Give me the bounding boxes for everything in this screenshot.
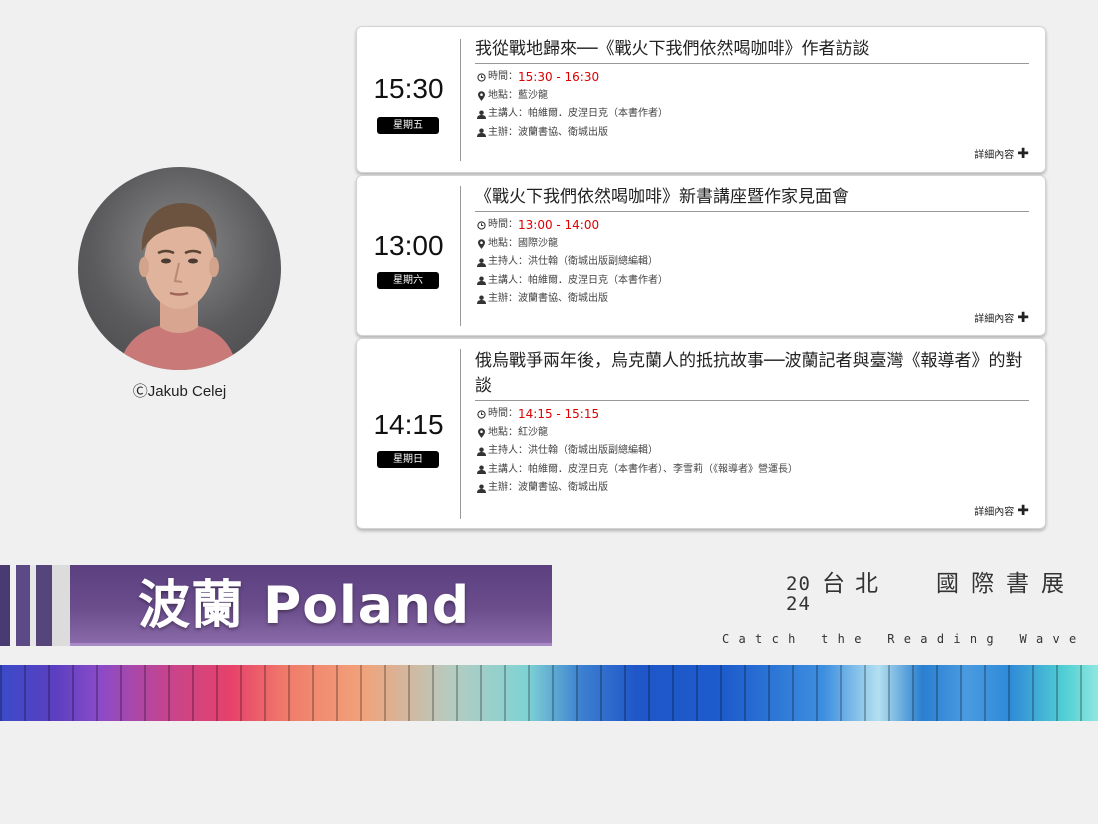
- event-host-row: 主持人：洪仕翰（衛城出版副總編輯）: [475, 442, 1029, 461]
- event-info: 時間： 15:30 - 16:30 地點：藍沙龍 主講人：帕維爾．皮涅日克（本書…: [475, 68, 1029, 142]
- location-text: 地點：紅沙龍: [488, 426, 548, 438]
- time-label: 時間：: [488, 71, 518, 82]
- event-time-column: 14:15 星期日: [357, 339, 460, 528]
- divider: [460, 349, 461, 519]
- event-info: 時間： 13:00 - 14:00 地點：國際沙龍 主持人：洪仕翰（衛城出版副總…: [475, 216, 1029, 309]
- event-card-2: 13:00 星期六 《戰火下我們依然喝咖啡》新書講座暨作家見面會 時間： 13:…: [356, 175, 1046, 336]
- event-day-badge: 星期六: [377, 272, 439, 289]
- strip-bars: [0, 665, 1098, 721]
- event-speaker-row: 主講人：帕維爾．皮涅日克（本書作者）: [475, 105, 1029, 124]
- details-label: 詳細內容: [974, 314, 1015, 325]
- details-link[interactable]: 詳細內容 ✚: [974, 309, 1029, 326]
- clock-icon: [475, 410, 487, 419]
- event-organizer-row: 主辦：波蘭書協、衛城出版: [475, 479, 1029, 498]
- user-icon: [475, 128, 487, 138]
- event-day-badge: 星期日: [377, 451, 439, 468]
- banner-stripes: [0, 565, 70, 646]
- user-icon: [475, 465, 487, 475]
- event-card-1: 15:30 星期五 我從戰地歸來──《戰火下我們依然喝咖啡》作者訪談 時間： 1…: [356, 26, 1046, 173]
- organizer-text: 主辦：波蘭書協、衛城出版: [488, 482, 608, 493]
- portrait-illustration: [118, 203, 238, 370]
- organizer-text: 主辦：波蘭書協、衛城出版: [488, 293, 608, 304]
- details-label: 詳細內容: [974, 507, 1015, 518]
- country-title: 波蘭 Poland: [138, 576, 471, 636]
- location-text: 地點：藍沙龍: [488, 89, 548, 101]
- event-time-column: 15:30 星期五: [357, 27, 460, 172]
- photo-credit: ⒸJakub Celej: [132, 383, 227, 400]
- event-organizer-row: 主辦：波蘭書協、衛城出版: [475, 124, 1029, 143]
- time-label: 時間：: [488, 219, 518, 230]
- event-location-row: 地點：國際沙龍: [475, 235, 1029, 254]
- logo-city: 台北: [822, 571, 888, 597]
- book-exhibition-logo: 20 24 台北 國際書展 Catch the Reading Wave: [722, 571, 1076, 654]
- event-host-row: 主持人：洪仕翰（衛城出版副總編輯）: [475, 253, 1029, 272]
- event-speaker-row: 主講人：帕維爾．皮涅日克（本書作者）: [475, 272, 1029, 291]
- event-title[interactable]: 《戰火下我們依然喝咖啡》新書講座暨作家見面會: [475, 185, 1029, 212]
- plus-icon: ✚: [1017, 145, 1029, 162]
- plus-icon: ✚: [1017, 309, 1029, 326]
- event-clock: 15:30: [373, 73, 444, 104]
- map-pin-icon: [475, 238, 487, 249]
- time-value: 15:30 - 16:30: [518, 70, 600, 84]
- organizer-text: 主辦：波蘭書協、衛城出版: [488, 126, 608, 138]
- location-text: 地點：國際沙龍: [488, 237, 558, 249]
- logo-tagline: Catch the Reading Wave: [722, 632, 1086, 646]
- user-icon: [475, 484, 487, 493]
- event-day-badge: 星期五: [377, 117, 439, 134]
- details-link[interactable]: 詳細內容 ✚: [974, 145, 1029, 162]
- event-speaker-row: 主講人：帕維爾．皮涅日克（本書作者）、李雪莉（《報導者》營運長）: [475, 461, 1029, 480]
- event-organizer-row: 主辦：波蘭書協、衛城出版: [475, 290, 1029, 309]
- user-icon: [475, 110, 487, 119]
- speaker-text: 主講人：帕維爾．皮涅日克（本書作者）、李雪莉（《報導者》營運長）: [488, 463, 798, 475]
- time-label: 時間：: [488, 408, 518, 419]
- event-time-row: 時間： 14:15 - 15:15: [475, 405, 1029, 424]
- event-time-row: 時間： 15:30 - 16:30: [475, 68, 1029, 87]
- event-info: 時間： 14:15 - 15:15 地點：紅沙龍 主持人：洪仕翰（衛城出版副總編…: [475, 405, 1029, 498]
- clock-icon: [475, 73, 487, 82]
- event-time-column: 13:00 星期六: [357, 176, 460, 335]
- logo-name: 國際書展: [936, 571, 1076, 597]
- time-value: 13:00 - 14:00: [518, 218, 600, 232]
- speaker-text: 主講人：帕維爾．皮涅日克（本書作者）: [488, 274, 668, 286]
- event-clock: 14:15: [373, 409, 444, 440]
- event-location-row: 地點：紅沙龍: [475, 424, 1029, 443]
- user-icon: [475, 258, 487, 267]
- event-body: 俄烏戰爭兩年後，烏克蘭人的抵抗故事──波蘭記者與臺灣《報導者》的對談 時間： 1…: [475, 349, 1029, 498]
- map-pin-icon: [475, 90, 487, 101]
- divider: [460, 186, 461, 326]
- map-pin-icon: [475, 427, 487, 438]
- speaker-portrait: [78, 167, 281, 370]
- host-text: 主持人：洪仕翰（衛城出版副總編輯）: [488, 256, 658, 267]
- user-icon: [475, 447, 487, 456]
- details-label: 詳細內容: [974, 150, 1015, 161]
- host-text: 主持人：洪仕翰（衛城出版副總編輯）: [488, 445, 658, 456]
- event-time-row: 時間： 13:00 - 14:00: [475, 216, 1029, 235]
- logo-year: 20 24: [786, 573, 811, 615]
- speaker-text: 主講人：帕維爾．皮涅日克（本書作者）: [488, 108, 668, 119]
- event-body: 《戰火下我們依然喝咖啡》新書講座暨作家見面會 時間： 13:00 - 14:00…: [475, 185, 1029, 309]
- event-location-row: 地點：藍沙龍: [475, 87, 1029, 106]
- event-card-3: 14:15 星期日 俄烏戰爭兩年後，烏克蘭人的抵抗故事──波蘭記者與臺灣《報導者…: [356, 338, 1046, 529]
- clock-icon: [475, 221, 487, 230]
- time-value: 14:15 - 15:15: [518, 407, 600, 421]
- user-icon: [475, 295, 487, 304]
- details-link[interactable]: 詳細內容 ✚: [974, 502, 1029, 519]
- event-body: 我從戰地歸來──《戰火下我們依然喝咖啡》作者訪談 時間： 15:30 - 16:…: [475, 37, 1029, 142]
- divider: [460, 39, 461, 161]
- event-title[interactable]: 俄烏戰爭兩年後，烏克蘭人的抵抗故事──波蘭記者與臺灣《報導者》的對談: [475, 349, 1029, 401]
- event-title[interactable]: 我從戰地歸來──《戰火下我們依然喝咖啡》作者訪談: [475, 37, 1029, 64]
- plus-icon: ✚: [1017, 502, 1029, 519]
- event-clock: 13:00: [373, 230, 444, 261]
- decorative-gradient-strip: [0, 665, 1098, 721]
- user-icon: [475, 276, 487, 286]
